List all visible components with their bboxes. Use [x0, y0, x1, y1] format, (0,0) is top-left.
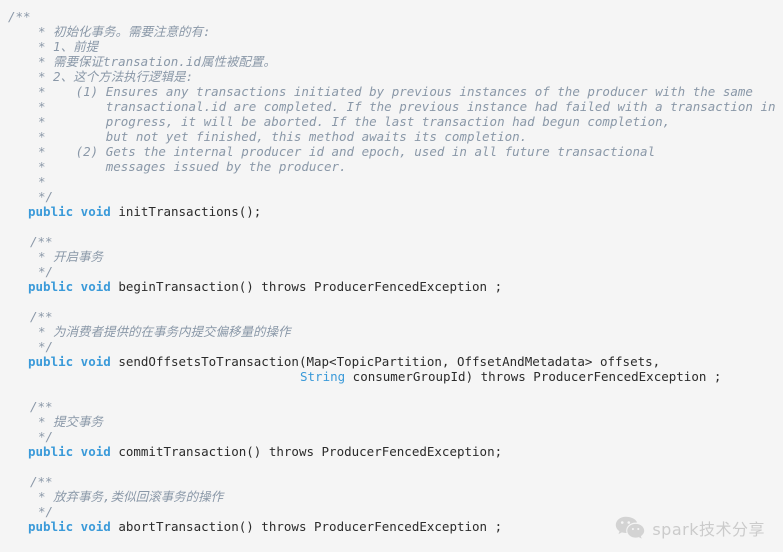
code-token-kw: public void [28, 444, 111, 459]
code-token-kw: public void [28, 279, 111, 294]
code-token-cmt: * 1、前提 [38, 39, 99, 54]
code-token-cmt: * transactional.id are completed. If the… [38, 99, 776, 114]
code-token-plain: commitTransaction() throws ProducerFence… [110, 444, 503, 459]
code-token-cmt: */ [38, 189, 54, 204]
code-line: * (2) Gets the internal producer id and … [0, 144, 783, 159]
code-token-plain: initTransactions(); [110, 204, 262, 219]
code-token-cmt: */ [38, 264, 54, 279]
code-line: */ [0, 429, 783, 444]
code-token-plain: consumerGroupId) throws ProducerFencedEx… [345, 369, 722, 384]
code-token-plain: beginTransaction() throws ProducerFenced… [110, 279, 503, 294]
code-token-cmt: * progress, it will be aborted. If the l… [38, 114, 671, 129]
code-token-plain: sendOffsetsToTransaction(Map<TopicPartit… [110, 354, 661, 369]
code-token-cmt: * 放弃事务,类似回滚事务的操作 [38, 489, 224, 504]
code-line: * transactional.id are completed. If the… [0, 99, 783, 114]
code-line: /** [0, 474, 783, 489]
code-line: * 为消费者提供的在事务内提交偏移量的操作 [0, 324, 783, 339]
code-token-cmt: */ [38, 429, 54, 444]
code-line: public void abortTransaction() throws Pr… [0, 519, 783, 534]
code-token-cmt: * 开启事务 [38, 249, 104, 264]
code-line: * 1、前提 [0, 39, 783, 54]
code-token-cmt: /** [30, 309, 53, 324]
code-line: /** [0, 234, 783, 249]
code-viewer[interactable]: /** * 初始化事务。需要注意的有: * 1、前提 * 需要保证transation… [0, 0, 783, 552]
code-token-cmt: * (1) Ensures any transactions initiated… [38, 84, 753, 99]
code-token-cmt: */ [38, 339, 54, 354]
code-line: * progress, it will be aborted. If the l… [0, 114, 783, 129]
code-line: /** [0, 9, 783, 24]
code-token-cmt: * messages issued by the producer. [38, 159, 347, 174]
code-token-cmt: * 为消费者提供的在事务内提交偏移量的操作 [38, 324, 291, 339]
code-line: */ [0, 264, 783, 279]
code-token-cmt: /** [8, 9, 31, 24]
code-line: * 提交事务 [0, 414, 783, 429]
code-line: public void sendOffsetsToTransaction(Map… [0, 354, 783, 369]
code-line: * 放弃事务,类似回滚事务的操作 [0, 489, 783, 504]
code-line: public void commitTransaction() throws P… [0, 444, 783, 459]
code-token-kw: public void [28, 204, 111, 219]
code-line: * (1) Ensures any transactions initiated… [0, 84, 783, 99]
code-token-cmt: * 提交事务 [38, 414, 104, 429]
code-line: * [0, 174, 783, 189]
code-token-kw: public void [28, 354, 111, 369]
code-token-type: String [300, 369, 346, 384]
code-line: /** [0, 309, 783, 324]
code-line: */ [0, 504, 783, 519]
code-line: public void beginTransaction() throws Pr… [0, 279, 783, 294]
code-token-cmt: * 2、这个方法执行逻辑是: [38, 69, 194, 84]
code-line: * 2、这个方法执行逻辑是: [0, 69, 783, 84]
code-line: public void initTransactions(); [0, 204, 783, 219]
code-line: /** [0, 399, 783, 414]
code-line: * 开启事务 [0, 249, 783, 264]
code-line: * but not yet finished, this method awai… [0, 129, 783, 144]
code-token-cmt: /** [30, 234, 53, 249]
code-line: * 需要保证transation.id属性被配置。 [0, 54, 783, 69]
code-line: String consumerGroupId) throws ProducerF… [0, 369, 783, 384]
code-token-cmt: /** [30, 399, 53, 414]
code-token-cmt: * (2) Gets the internal producer id and … [38, 144, 656, 159]
code-token-cmt: * [38, 174, 46, 189]
code-token-kw: public void [28, 519, 111, 534]
code-line: * 初始化事务。需要注意的有: [0, 24, 783, 39]
code-line: */ [0, 339, 783, 354]
code-token-cmt: * 需要保证transation.id属性被配置。 [38, 54, 276, 69]
code-token-plain: abortTransaction() throws ProducerFenced… [110, 519, 503, 534]
code-token-cmt: * but not yet finished, this method awai… [38, 129, 528, 144]
code-token-cmt: /** [30, 474, 53, 489]
code-token-cmt: * 初始化事务。需要注意的有: [38, 24, 211, 39]
code-line: */ [0, 189, 783, 204]
code-line: * messages issued by the producer. [0, 159, 783, 174]
code-token-cmt: */ [38, 504, 54, 519]
